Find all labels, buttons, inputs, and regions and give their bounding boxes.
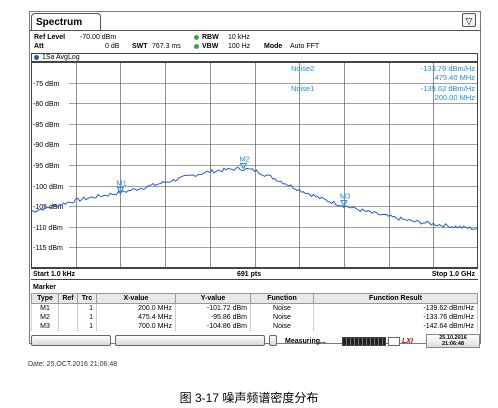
noise1-name: Noise1 — [291, 84, 314, 93]
status-field-1[interactable] — [31, 335, 111, 346]
frequency-bar: Start 1.0 kHz 691 pts Stop 1.0 GHz — [31, 268, 478, 280]
col-function-result: Function Result — [313, 293, 478, 304]
tab-divider — [29, 30, 481, 31]
ref-level-value: -70.00 dBm — [80, 34, 117, 41]
trace-line — [31, 166, 478, 231]
footer-date: Date: 25.OCT.2016 21:06:48 — [28, 361, 118, 368]
col-type: Type — [31, 293, 59, 304]
marker-label: M3 — [340, 192, 350, 201]
tab-spectrum[interactable]: Spectrum — [31, 13, 101, 31]
rbw-label: RBW — [202, 34, 219, 41]
cell-type: M3 — [31, 322, 59, 331]
cell-function: Noise — [250, 303, 314, 313]
cell-y-value: -101.72 dBm — [175, 303, 251, 313]
vbw-value: 100 Hz — [228, 43, 251, 50]
plot-frame — [31, 62, 478, 268]
trace-indicator-icon — [34, 55, 39, 60]
col-trc: Trc — [77, 293, 97, 304]
spectrum-plot[interactable]: -75 dBm -80 dBm -85 dBm -90 dBm -95 dBm -100 … — [31, 62, 478, 268]
measuring-status: Measuring... — [285, 338, 326, 345]
cell-type: M1 — [31, 303, 59, 313]
col-function: Function — [250, 293, 314, 304]
y-tick-label: -110 dBm — [33, 225, 63, 232]
status-time: 21:06:48 — [441, 341, 465, 347]
marker-label: M2 — [240, 155, 250, 164]
progress-end-box — [388, 337, 400, 346]
trace-label: 1Sa AvgLog — [31, 53, 478, 62]
table-row[interactable]: M2 1 475.4 MHz -95.86 dBm Noise -133.76 … — [31, 313, 478, 322]
noise2-frequency: 475.40 MHz — [435, 73, 476, 82]
y-tick-label: -115 dBm — [33, 245, 63, 252]
cell-x-value: 700.0 MHz — [96, 322, 176, 331]
lxi-logo-icon: LXI — [402, 338, 413, 345]
col-x-value: X-value — [96, 293, 176, 304]
ref-level-label: Ref Level — [34, 34, 66, 41]
rbw-value: 10 kHz — [228, 34, 250, 41]
y-tick-label: -95 dBm — [33, 163, 60, 170]
swt-value: 767.3 ms — [152, 43, 181, 50]
start-frequency: Start 1.0 kHz — [33, 271, 76, 278]
sweep-progress-bar — [342, 337, 386, 346]
datetime-display: 25.10.2016 21:06:48 — [426, 334, 480, 348]
cell-x-value: 200.0 MHz — [96, 303, 176, 313]
table-row[interactable]: M1 1 200.0 MHz -101.72 dBm Noise -139.62… — [31, 303, 478, 313]
marker-label: M1 — [116, 179, 126, 188]
y-tick-label: -80 dBm — [33, 101, 60, 108]
cell-ref — [58, 303, 78, 313]
cell-trc: 1 — [77, 322, 97, 331]
cell-function-result: -142.64 dBm/Hz — [313, 322, 478, 331]
col-y-value: Y-value — [175, 293, 251, 304]
cell-trc: 1 — [77, 303, 97, 313]
rbw-indicator-icon — [194, 35, 199, 40]
y-tick-label: -100 dBm — [33, 184, 64, 191]
y-tick-label: -75 dBm — [33, 81, 60, 88]
y-tick-label: -90 dBm — [33, 142, 60, 149]
col-ref: Ref — [58, 293, 78, 304]
status-field-2[interactable] — [115, 335, 265, 346]
cell-function: Noise — [250, 322, 314, 331]
stop-frequency: Stop 1.0 GHz — [431, 271, 475, 278]
cell-function: Noise — [250, 313, 314, 322]
sweep-points: 691 pts — [237, 271, 262, 278]
marker-m3-icon[interactable] — [340, 200, 348, 207]
vbw-indicator-icon — [194, 44, 199, 49]
mode-label: Mode — [264, 43, 283, 50]
settings-menu-icon[interactable]: ▽ — [462, 13, 476, 27]
figure-caption: 图 3-17 噪声频谱密度分布 — [179, 391, 319, 405]
cell-trc: 1 — [77, 313, 97, 322]
att-value: 0 dB — [105, 43, 120, 50]
mode-value: Auto FFT — [290, 43, 320, 50]
status-field-3[interactable] — [269, 335, 277, 346]
swt-label: SWT — [132, 43, 148, 50]
noise2-value: -133.76 dBm/Hz — [421, 64, 475, 73]
marker-table: Type Ref Trc X-value Y-value Function Fu… — [31, 293, 478, 331]
noise1-frequency: 200.00 MHz — [435, 93, 476, 102]
marker-m2-icon[interactable] — [239, 163, 248, 170]
y-tick-label: -85 dBm — [33, 122, 60, 129]
noise2-name: Noise2 — [291, 64, 314, 73]
vbw-label: VBW — [202, 43, 219, 50]
cell-ref — [58, 313, 78, 322]
marker-table-title: Marker — [33, 284, 56, 291]
cell-type: M2 — [31, 313, 59, 322]
cell-y-value: -95.86 dBm — [175, 313, 251, 322]
att-label: Att — [34, 43, 44, 50]
cell-y-value: -104.86 dBm — [175, 322, 251, 331]
table-row[interactable]: M3 1 700.0 MHz -104.86 dBm Noise -142.64… — [31, 322, 478, 331]
cell-function-result: -133.76 dBm/Hz — [313, 313, 478, 322]
cell-function-result: -139.62 dBm/Hz — [313, 303, 478, 313]
noise1-value: -139.62 dBm/Hz — [421, 84, 475, 93]
cell-ref — [58, 322, 78, 331]
cell-x-value: 475.4 MHz — [96, 313, 176, 322]
